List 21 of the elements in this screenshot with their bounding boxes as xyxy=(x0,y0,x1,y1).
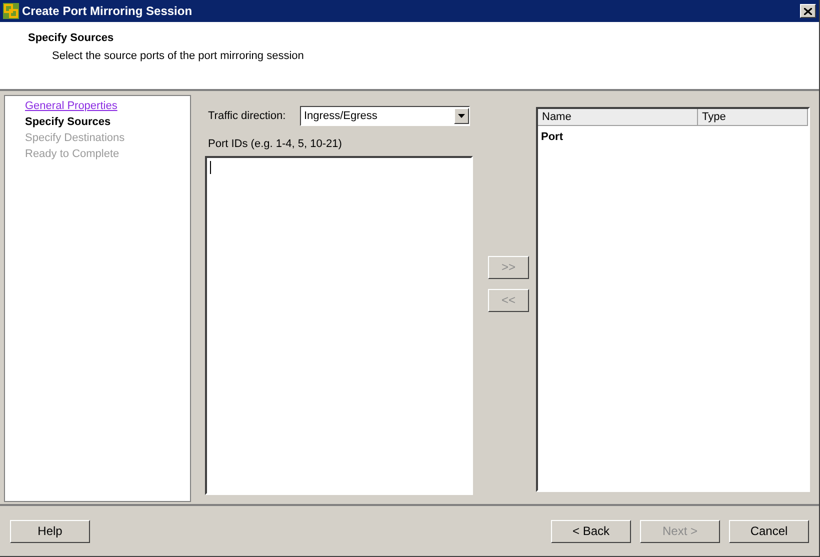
dialog-button[interactable]: Cancel xyxy=(729,520,809,542)
wizard-step: Specify Destinations xyxy=(25,130,125,146)
column-header[interactable]: Type xyxy=(698,109,808,126)
port-ids-label: Port IDs (e.g. 1-4, 5, 10-21) xyxy=(207,137,343,152)
port-ids-field[interactable] xyxy=(205,156,473,494)
header-subtitle: Select the source ports of the port mirroring session xyxy=(51,48,305,64)
window-title: Create Port Mirroring Session xyxy=(22,3,194,20)
close-button[interactable] xyxy=(800,4,816,18)
wizard-step: Specify Sources xyxy=(25,114,111,130)
traffic-direction-label: Traffic direction: xyxy=(207,108,287,124)
column-header[interactable]: Name xyxy=(538,109,698,126)
wizard-step: Ready to Complete xyxy=(25,146,120,162)
table-row[interactable]: Port xyxy=(538,129,808,146)
dropdown-caret-icon xyxy=(458,114,465,118)
dialog-button[interactable]: < Back xyxy=(551,520,631,542)
header-title: Specify Sources xyxy=(28,31,115,46)
dialog-button[interactable]: Help xyxy=(10,520,90,542)
close-icon xyxy=(804,8,812,14)
wizard-step[interactable]: General Properties xyxy=(25,98,118,114)
traffic-direction-dropdown[interactable]: Ingress/Egress xyxy=(300,106,470,126)
app-logo-icon xyxy=(3,3,19,19)
